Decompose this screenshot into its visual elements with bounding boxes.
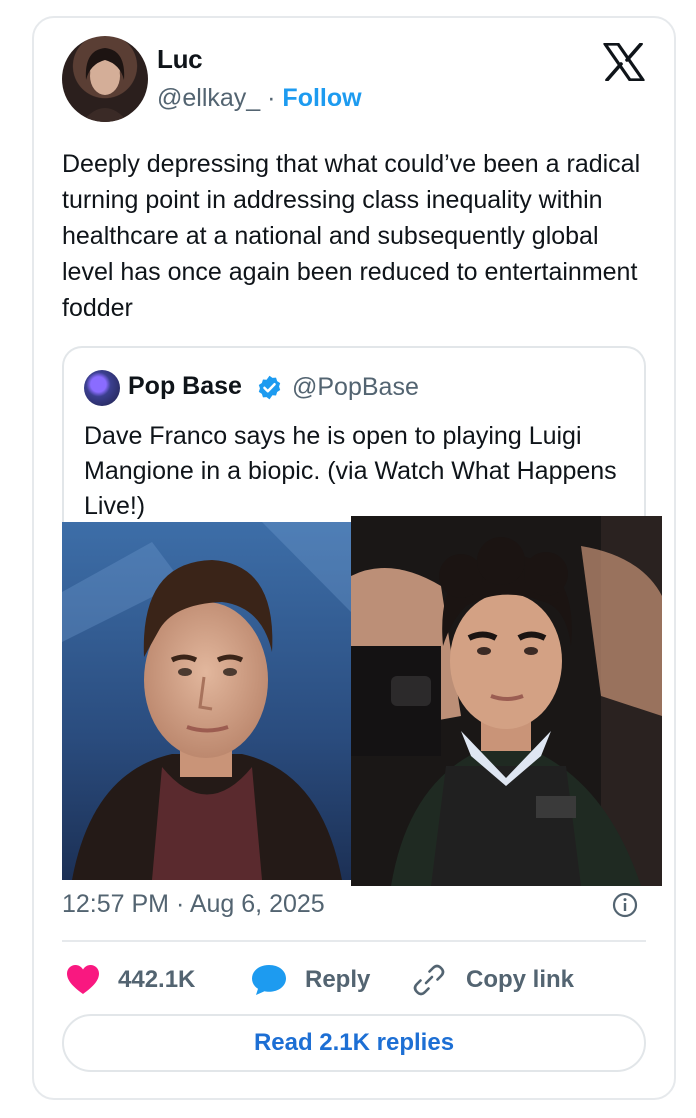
read-replies-label: Read 2.1K replies: [253, 1029, 455, 1056]
tweet-timestamp[interactable]: 12:57 PM · Aug 6, 2025: [62, 890, 325, 919]
luigi-mangione-photo[interactable]: [351, 516, 662, 886]
reply-label: Reply: [305, 966, 371, 993]
author-handle-line: @ellkay_ · Follow: [157, 84, 362, 113]
separator: ·: [260, 84, 283, 112]
info-icon[interactable]: [612, 892, 638, 918]
tweet-text: Deeply depressing that what could’ve bee…: [62, 150, 641, 322]
author-name[interactable]: Luc: [157, 44, 203, 75]
dave-franco-photo[interactable]: [62, 522, 351, 880]
like-button[interactable]: 442.1K: [66, 960, 195, 1000]
quote-author-name[interactable]: Pop Base: [128, 372, 242, 401]
copy-link-label: Copy link: [466, 966, 575, 993]
author-avatar[interactable]: [62, 36, 148, 122]
follow-button[interactable]: Follow: [282, 84, 361, 112]
quote-author-handle[interactable]: @PopBase: [292, 373, 419, 402]
verified-badge-icon: [258, 375, 281, 400]
quote-avatar[interactable]: [84, 370, 120, 406]
heart-icon: [67, 965, 99, 994]
x-logo[interactable]: [603, 43, 645, 81]
author-handle[interactable]: @ellkay_: [157, 84, 260, 112]
reply-button[interactable]: Reply: [250, 960, 370, 1000]
quote-text: Dave Franco says he is open to playing L…: [84, 422, 617, 520]
reply-bubble-icon: [252, 965, 286, 995]
like-count: 442.1K: [118, 966, 196, 993]
read-replies-button[interactable]: Read 2.1K replies: [62, 1014, 646, 1072]
link-icon: [413, 964, 445, 996]
copy-link-button[interactable]: Copy link: [412, 960, 574, 1000]
divider: [62, 940, 646, 942]
